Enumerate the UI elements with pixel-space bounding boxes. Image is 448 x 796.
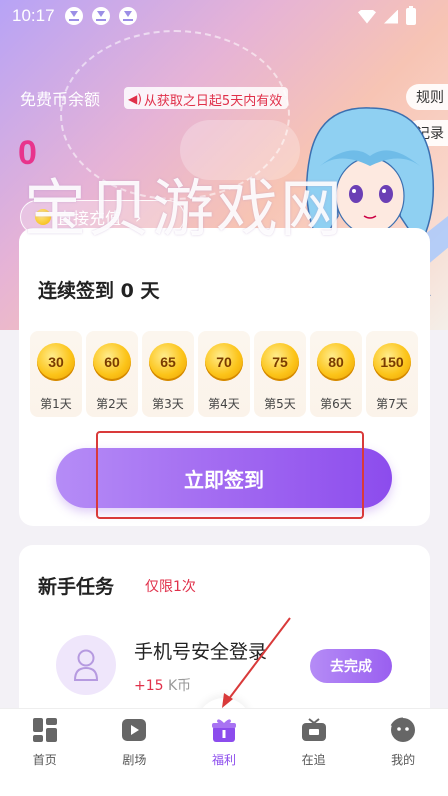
balance-label: 免费币余额 [20,90,101,109]
signin-day: 30 第1天 [30,331,82,417]
user-icon [73,649,99,681]
wifi-icon [358,9,376,24]
task-reward: +15 K币 [134,675,191,695]
day-label: 第5天 [264,397,296,411]
bottom-nav: 首页 剧场 福利 在追 我的 [0,708,448,796]
speaker-icon: ◀) [128,92,142,106]
nav-label: 福利 [211,753,236,767]
day-label: 第2天 [96,397,128,411]
signin-day: 150 第7天 [366,331,418,417]
tasks-title: 新手任务 [38,576,115,598]
tv-icon [301,718,326,741]
nav-item-home[interactable]: 首页 [0,709,90,796]
tasks-limit-badge: 仅限1次 [145,579,196,595]
nav-label: 剧场 [122,753,147,767]
coin-icon: 65 [149,343,187,381]
validity-notice: ◀) 从获取之日起5天内有效 [124,87,289,109]
download-icon [91,7,110,25]
profile-face-icon [390,717,416,742]
validity-text: 从获取之日起5天内有效 [143,93,283,109]
nav-item-theater[interactable]: 剧场 [90,709,180,796]
battery-icon [406,6,416,25]
day-label: 第7天 [376,397,408,411]
watermark-text: 宝贝游戏网 [24,172,345,245]
coin-icon: 150 [373,343,411,381]
day-label: 第1天 [40,397,72,411]
signin-day: 80 第6天 [310,331,362,417]
nav-label: 在追 [301,753,326,767]
highlight-annotation-box [96,431,364,519]
coin-icon: 70 [205,343,243,381]
coin-icon: 60 [93,343,131,381]
coin-icon: 80 [317,343,355,381]
day-label: 第3天 [152,397,184,411]
day-label: 第6天 [320,397,352,411]
signin-title: 连续签到 0 天 [38,280,160,302]
coin-icon: 30 [37,343,75,381]
download-icon [64,7,83,25]
coin-icon: 75 [261,343,299,381]
home-grid-icon [32,718,57,742]
nav-item-following[interactable]: 在追 [269,709,359,796]
task-complete-button[interactable]: 去完成 [310,649,392,683]
nav-label: 首页 [32,753,57,767]
signal-icon [384,9,398,24]
signin-day: 70 第4天 [198,331,250,417]
nav-item-welfare[interactable]: 福利 [179,709,269,796]
avatar [56,635,116,695]
status-time: 10:17 [12,6,55,25]
download-icon [118,7,137,25]
reward-amount: +15 [134,678,164,694]
task-name: 手机号安全登录 [134,641,268,663]
signin-day: 65 第3天 [142,331,194,417]
signin-day: 60 第2天 [86,331,138,417]
gift-icon [211,719,236,742]
nav-label: 我的 [391,753,416,767]
signin-days-row: 30 第1天 60 第2天 65 第3天 70 第4天 75 第5天 80 第6… [30,331,418,417]
play-icon [122,719,147,741]
signin-day: 75 第5天 [254,331,306,417]
status-bar: 10:17 [0,0,448,32]
day-label: 第4天 [208,397,240,411]
nav-item-mine[interactable]: 我的 [358,709,448,796]
reward-unit: K币 [168,678,192,694]
